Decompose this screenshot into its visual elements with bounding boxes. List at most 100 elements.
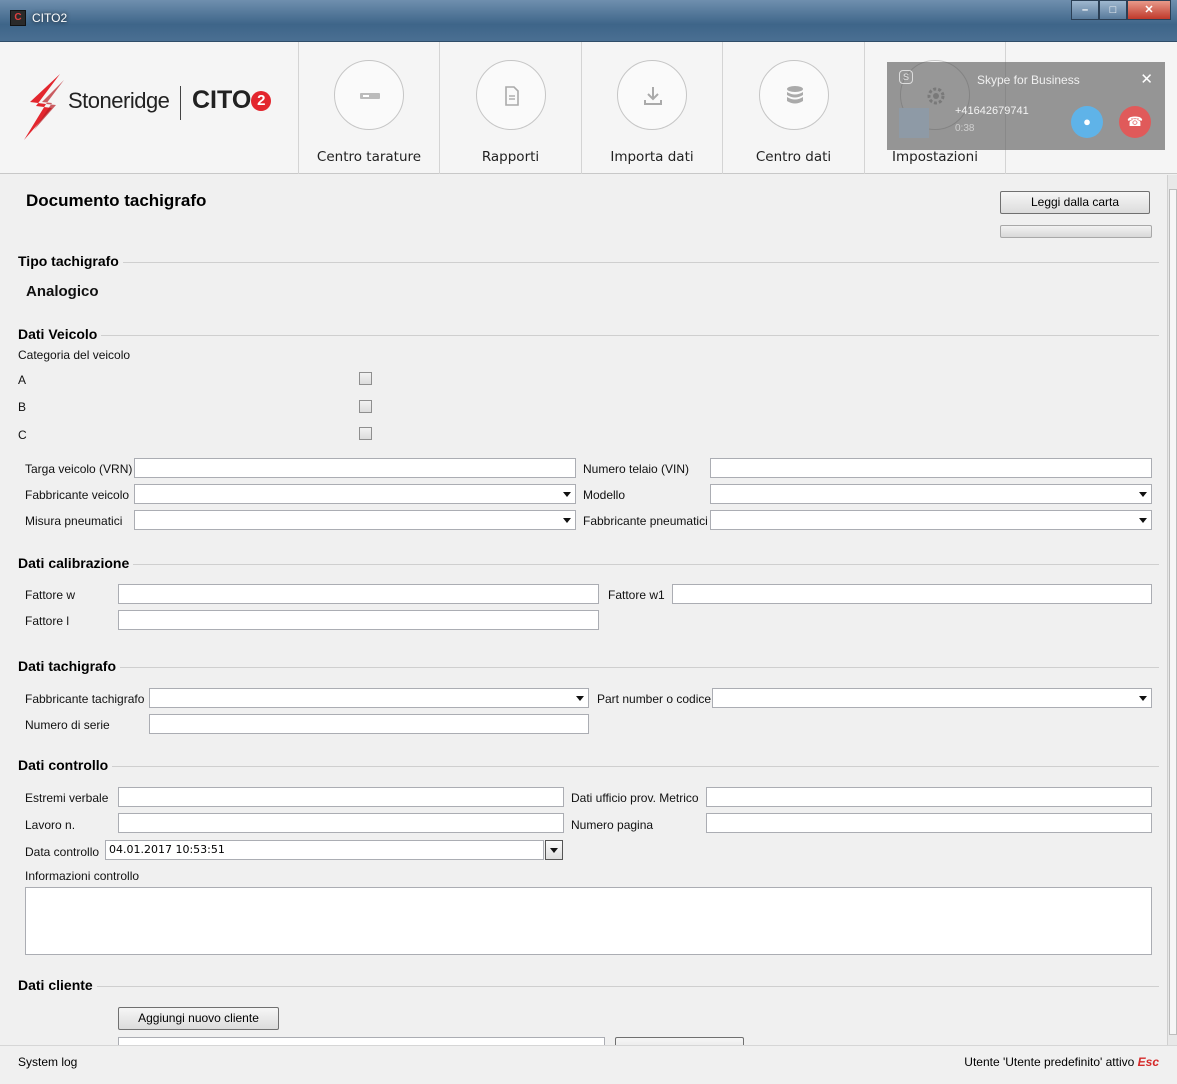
chevron-down-icon (1139, 492, 1147, 497)
factor-l-input[interactable] (118, 610, 599, 630)
serial-number-label: Numero di serie (25, 718, 110, 732)
tyre-manufacturer-select[interactable] (710, 510, 1152, 530)
brand-product: CITO 2 (192, 86, 272, 115)
factor-w1-input[interactable] (672, 584, 1152, 604)
job-number-input[interactable] (118, 813, 564, 833)
avatar (899, 108, 929, 138)
skype-call-popup[interactable]: S Skype for Business ✕ +41642679741 0:38… (887, 62, 1165, 150)
vin-input[interactable] (710, 458, 1152, 478)
app-icon: C (10, 10, 26, 26)
chevron-down-icon (576, 696, 584, 701)
tachograph-type-value: Analogico (26, 283, 99, 300)
add-client-button[interactable]: Aggiungi nuovo cliente (118, 1007, 279, 1030)
page-number-label: Numero pagina (571, 818, 654, 832)
control-info-label: Informazioni controllo (25, 869, 140, 883)
toolbar-item-centro-tarature[interactable]: Centro tarature (298, 42, 439, 174)
category-b-checkbox[interactable] (359, 400, 372, 413)
chevron-down-icon (563, 492, 571, 497)
vertical-scrollbar[interactable] (1167, 175, 1177, 1045)
tyre-size-label: Misura pneumatici (25, 514, 123, 528)
brand-separator (180, 86, 181, 120)
chevron-down-icon (563, 518, 571, 523)
verbale-label: Estremi verbale (25, 791, 109, 805)
toolbar-item-centro-dati[interactable]: Centro dati (722, 42, 864, 174)
metrology-office-input[interactable] (706, 787, 1152, 807)
read-card-button[interactable]: Leggi dalla carta (1000, 191, 1150, 214)
client-input[interactable] (118, 1037, 605, 1045)
date-picker-button[interactable] (545, 840, 563, 860)
model-label: Modello (583, 488, 626, 502)
control-date-label: Data controllo (25, 845, 100, 859)
category-a-label: A (18, 373, 27, 387)
tyre-size-select[interactable] (134, 510, 576, 530)
part-number-select[interactable] (712, 688, 1152, 708)
section-dati-cliente: Dati cliente (18, 977, 1159, 993)
chevron-down-icon (1139, 518, 1147, 523)
category-c-checkbox[interactable] (359, 427, 372, 440)
progress-bar (1000, 225, 1152, 238)
part-number-label: Part number o codice (597, 692, 712, 706)
section-dati-veicolo: Dati Veicolo (18, 326, 1159, 342)
vrn-input[interactable] (134, 458, 576, 478)
close-button[interactable]: ✕ (1127, 0, 1171, 20)
scrollbar-thumb[interactable] (1169, 189, 1177, 1035)
hang-up-icon[interactable]: ☎ (1119, 106, 1151, 138)
card-reader-icon (334, 60, 404, 130)
vrn-label: Targa veicolo (VRN) (25, 462, 133, 476)
microphone-icon[interactable]: ● (1071, 106, 1103, 138)
factor-l-label: Fattore l (25, 614, 70, 628)
stoneridge-swoosh-icon (24, 74, 64, 140)
category-b-label: B (18, 400, 27, 414)
system-log-link[interactable]: System log (18, 1055, 77, 1069)
section-dati-calibrazione: Dati calibrazione (18, 555, 1159, 571)
status-bar: System log Utente 'Utente predefinito' a… (0, 1045, 1177, 1084)
model-select[interactable] (710, 484, 1152, 504)
serial-number-input[interactable] (149, 714, 589, 734)
tachograph-manufacturer-select[interactable] (149, 688, 589, 708)
job-number-label: Lavoro n. (25, 818, 76, 832)
brand-company: Stoneridge (68, 88, 170, 113)
chevron-down-icon (550, 848, 558, 853)
section-dati-tachigrafo: Dati tachigrafo (18, 658, 1159, 674)
window-controls: – □ ✕ (1071, 0, 1171, 22)
close-icon[interactable]: ✕ (1140, 70, 1153, 88)
factor-w1-label: Fattore w1 (608, 588, 665, 602)
toolbar-item-rapporti[interactable]: Rapporti (439, 42, 581, 174)
section-tipo-tachigrafo: Tipo tachigrafo (18, 253, 1159, 269)
chevron-down-icon (1139, 696, 1147, 701)
app-window: C CITO2 – □ ✕ Stoneridge CITO 2 Centro ta… (0, 0, 1177, 1084)
category-a-checkbox[interactable] (359, 372, 372, 385)
vehicle-manufacturer-select[interactable] (134, 484, 576, 504)
section-dati-controllo: Dati controllo (18, 757, 1159, 773)
control-info-textarea[interactable] (25, 887, 1152, 955)
document-form: Documento tachigrafo Leggi dalla carta T… (10, 175, 1167, 1045)
download-icon (617, 60, 687, 130)
category-c-label: C (18, 428, 27, 442)
page-number-input[interactable] (706, 813, 1152, 833)
window-title: CITO2 (32, 11, 68, 25)
toolbar-item-importa-dati[interactable]: Importa dati (581, 42, 722, 174)
tachograph-manufacturer-label: Fabbricante tachigrafo (25, 692, 145, 706)
database-icon (759, 60, 829, 130)
skype-title: Skype for Business (977, 73, 1080, 87)
tyre-manufacturer-label: Fabbricante pneumatici (583, 514, 708, 528)
skype-number: +41642679741 (955, 105, 1029, 117)
document-icon (476, 60, 546, 130)
minimize-button[interactable]: – (1071, 0, 1099, 20)
client-search-button[interactable] (615, 1037, 744, 1045)
control-date-input[interactable]: 04.01.2017 10:53:51 (105, 840, 544, 860)
category-label: Categoria del veicolo (18, 348, 131, 362)
factor-w-label: Fattore w (25, 588, 76, 602)
status-user: Utente 'Utente predefinito' attivo Esc (964, 1055, 1159, 1069)
page-title: Documento tachigrafo (26, 191, 207, 210)
maximize-button[interactable]: □ (1099, 0, 1127, 20)
title-bar: C CITO2 – □ ✕ (0, 0, 1177, 42)
metrology-office-label: Dati ufficio prov. Metrico (571, 791, 699, 805)
vin-label: Numero telaio (VIN) (583, 462, 690, 476)
brand-logo: Stoneridge CITO 2 (14, 68, 298, 148)
factor-w-input[interactable] (118, 584, 599, 604)
vehicle-manufacturer-label: Fabbricante veicolo (25, 488, 130, 502)
esc-link[interactable]: Esc (1138, 1055, 1159, 1069)
skype-icon: S (899, 70, 913, 84)
verbale-input[interactable] (118, 787, 564, 807)
